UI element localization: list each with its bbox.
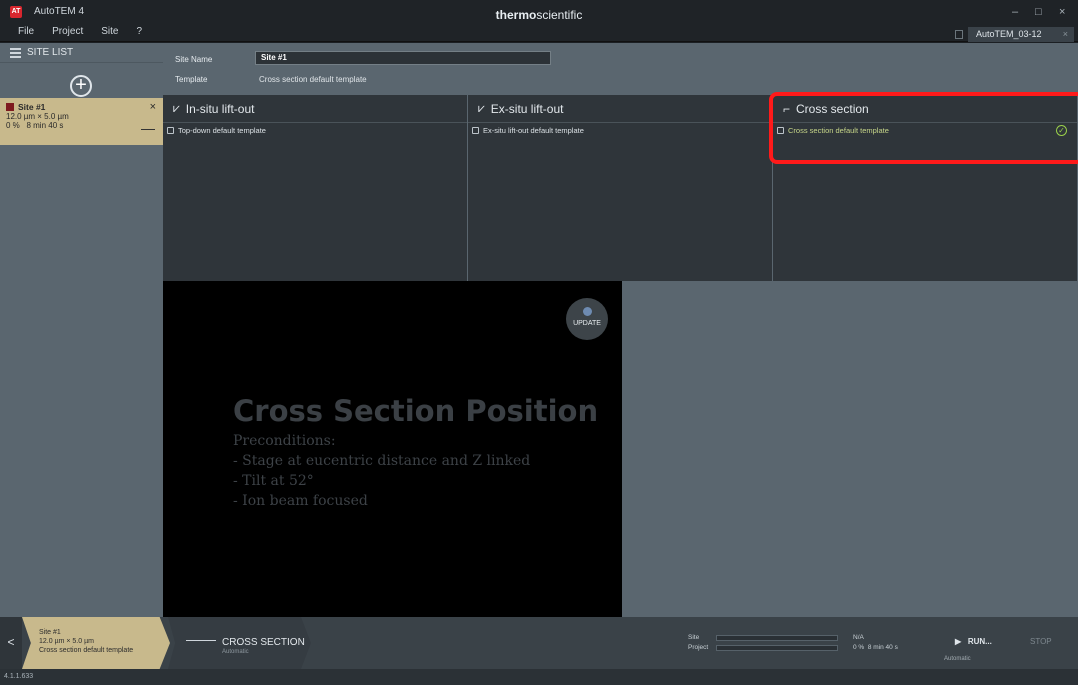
- menu-project[interactable]: Project: [52, 26, 83, 37]
- back-button[interactable]: <: [0, 617, 22, 669]
- highlight-box: [769, 92, 1078, 164]
- add-site-button[interactable]: +: [70, 75, 92, 97]
- template-row[interactable]: Top-down default template: [163, 123, 467, 137]
- breadcrumb-step[interactable]: CROSS SECTION Automatic: [168, 617, 311, 669]
- menu-help[interactable]: ?: [136, 26, 142, 37]
- breadcrumb-site[interactable]: Site #1 12.0 µm × 5.0 µm Cross section d…: [22, 617, 170, 669]
- in-situ-icon: ⩗: [173, 101, 180, 115]
- cross-section-icon: [141, 129, 155, 137]
- viewer-heading: Cross Section Position: [233, 394, 599, 428]
- run-button[interactable]: ▶ RUN...: [955, 637, 992, 646]
- menu-file[interactable]: File: [18, 26, 34, 37]
- site-name-input[interactable]: Site #1: [255, 51, 551, 65]
- site-progress-bar: [716, 635, 838, 641]
- close-window-button[interactable]: ×: [1059, 6, 1065, 18]
- ex-situ-icon: ⩗: [478, 101, 485, 115]
- project-progress-bar: [716, 645, 838, 651]
- site-list-item[interactable]: Site #1 12.0 µm × 5.0 µm 0 % 8 min 40 s …: [0, 98, 163, 145]
- project-tab[interactable]: AutoTEM_03-12 ×: [968, 27, 1074, 42]
- workflow-ex-situ[interactable]: ⩗ Ex-situ lift-out Ex-situ lift-out defau…: [468, 95, 773, 281]
- site-list-icon: [10, 47, 21, 58]
- close-tab-icon[interactable]: ×: [1063, 27, 1068, 42]
- status-bar: 4.1.1.633: [0, 669, 1078, 685]
- site-info-bar: Site Name Site #1 Template Cross section…: [163, 43, 1078, 95]
- stop-button[interactable]: STOP: [1030, 637, 1052, 646]
- site-list-header: SITE LIST: [0, 43, 163, 63]
- template-row[interactable]: Ex-situ lift-out default template: [468, 123, 772, 137]
- pin-icon[interactable]: [955, 30, 963, 39]
- run-mode-label: Automatic: [944, 656, 971, 662]
- minimize-button[interactable]: –: [1012, 6, 1018, 18]
- update-icon: [583, 307, 592, 316]
- site-name-label: Site Name: [175, 55, 213, 64]
- project-progress-value: 0 % 8 min 40 s: [853, 644, 898, 651]
- template-value: Cross section default template: [259, 75, 367, 84]
- workflow-bar: < Site #1 12.0 µm × 5.0 µm Cross section…: [0, 617, 1078, 669]
- template-label: Template: [175, 75, 208, 84]
- menu-bar: File Project Site ?: [18, 26, 142, 37]
- lock-icon: [167, 126, 174, 134]
- site-list-panel: SITE LIST + Site #1 12.0 µm × 5.0 µm 0 %…: [0, 43, 163, 617]
- site-progress-label: Site: [688, 634, 700, 641]
- project-progress-label: Project: [688, 644, 709, 651]
- update-button[interactable]: UPDATE: [566, 298, 608, 340]
- site-color-icon: [6, 103, 14, 111]
- preconditions-text: Preconditions: - Stage at eucentric dist…: [233, 433, 531, 509]
- remove-site-icon[interactable]: ×: [150, 101, 156, 113]
- brand-logo: thermoscientific: [495, 8, 583, 22]
- workflow-in-situ[interactable]: ⩗ In-situ lift-out Top-down default templ…: [163, 95, 468, 281]
- lock-icon: [472, 126, 479, 134]
- title-bar: AT AutoTEM 4 File Project Site ? thermos…: [0, 0, 1078, 42]
- site-progress-value: N/A: [853, 634, 864, 641]
- maximize-button[interactable]: □: [1035, 6, 1042, 18]
- menu-site[interactable]: Site: [101, 26, 118, 37]
- beam-image-viewer: UPDATE Cross Section Position Preconditi…: [163, 281, 622, 617]
- version-label: 4.1.1.633: [4, 673, 34, 680]
- right-empty-pane: [622, 281, 1078, 617]
- cross-section-icon: [186, 640, 216, 646]
